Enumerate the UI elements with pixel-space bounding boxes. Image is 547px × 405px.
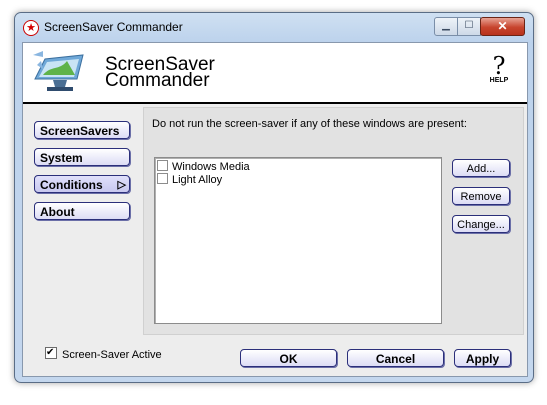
screensaver-active-label: Screen-Saver Active	[62, 349, 162, 361]
window-title: ScreenSaver Commander	[44, 20, 183, 34]
help-label: HELP	[489, 77, 509, 84]
checkbox-checked-icon	[45, 346, 57, 359]
list-item[interactable]: Light Alloy	[157, 173, 222, 186]
instruction-text: Do not run the screen-saver if any of th…	[152, 118, 467, 130]
minimize-icon: ▁	[442, 20, 450, 31]
play-arrow-icon: ▷	[117, 179, 126, 191]
list-item[interactable]: Windows Media	[157, 160, 250, 173]
star-app-icon[interactable]: ★	[23, 20, 39, 36]
item-label: Windows Media	[172, 161, 250, 173]
client-area: ScreenSaver Commander ? HELP ScreenSaver…	[22, 42, 528, 377]
close-button[interactable]: ✕	[480, 17, 525, 36]
nav-conditions-label: Conditions	[40, 178, 103, 192]
body-area: ScreenSavers System Conditions ▷ About D…	[23, 104, 527, 376]
ok-button[interactable]: OK	[240, 349, 337, 367]
nav-screensavers-button[interactable]: ScreenSavers	[34, 121, 130, 139]
item-label: Light Alloy	[172, 174, 223, 186]
header-banner: ScreenSaver Commander ? HELP	[23, 43, 527, 104]
monitor-logo-icon	[33, 51, 84, 91]
change-button[interactable]: Change...	[452, 215, 510, 233]
minimize-button[interactable]: ▁	[434, 17, 458, 36]
add-button[interactable]: Add...	[452, 159, 510, 177]
maximize-button[interactable]: ☐	[457, 17, 481, 36]
conditions-panel: Do not run the screen-saver if any of th…	[143, 107, 524, 335]
maximize-icon: ☐	[464, 20, 474, 31]
nav-conditions-button[interactable]: Conditions ▷	[34, 175, 130, 193]
brand-title: ScreenSaver Commander	[105, 55, 215, 91]
item-checkbox[interactable]	[157, 173, 168, 184]
help-button[interactable]: ? HELP	[485, 52, 513, 85]
apply-button[interactable]: Apply	[454, 349, 511, 367]
windows-list[interactable]: Windows Media Light Alloy	[154, 157, 442, 324]
app-window: ★ ScreenSaver Commander ▁ ☐ ✕ ScreenSave…	[14, 12, 534, 383]
remove-button[interactable]: Remove	[452, 187, 510, 205]
item-checkbox[interactable]	[157, 160, 168, 171]
brand-line-2: Commander	[105, 70, 210, 91]
nav-system-button[interactable]: System	[34, 148, 130, 166]
screensaver-active-checkbox[interactable]: Screen-Saver Active	[45, 346, 162, 362]
nav-about-button[interactable]: About	[34, 202, 130, 220]
question-mark-icon: ?	[492, 52, 506, 80]
title-bar[interactable]: ★ ScreenSaver Commander ▁ ☐ ✕	[15, 13, 533, 41]
close-icon: ✕	[497, 19, 508, 33]
cancel-button[interactable]: Cancel	[347, 349, 444, 367]
